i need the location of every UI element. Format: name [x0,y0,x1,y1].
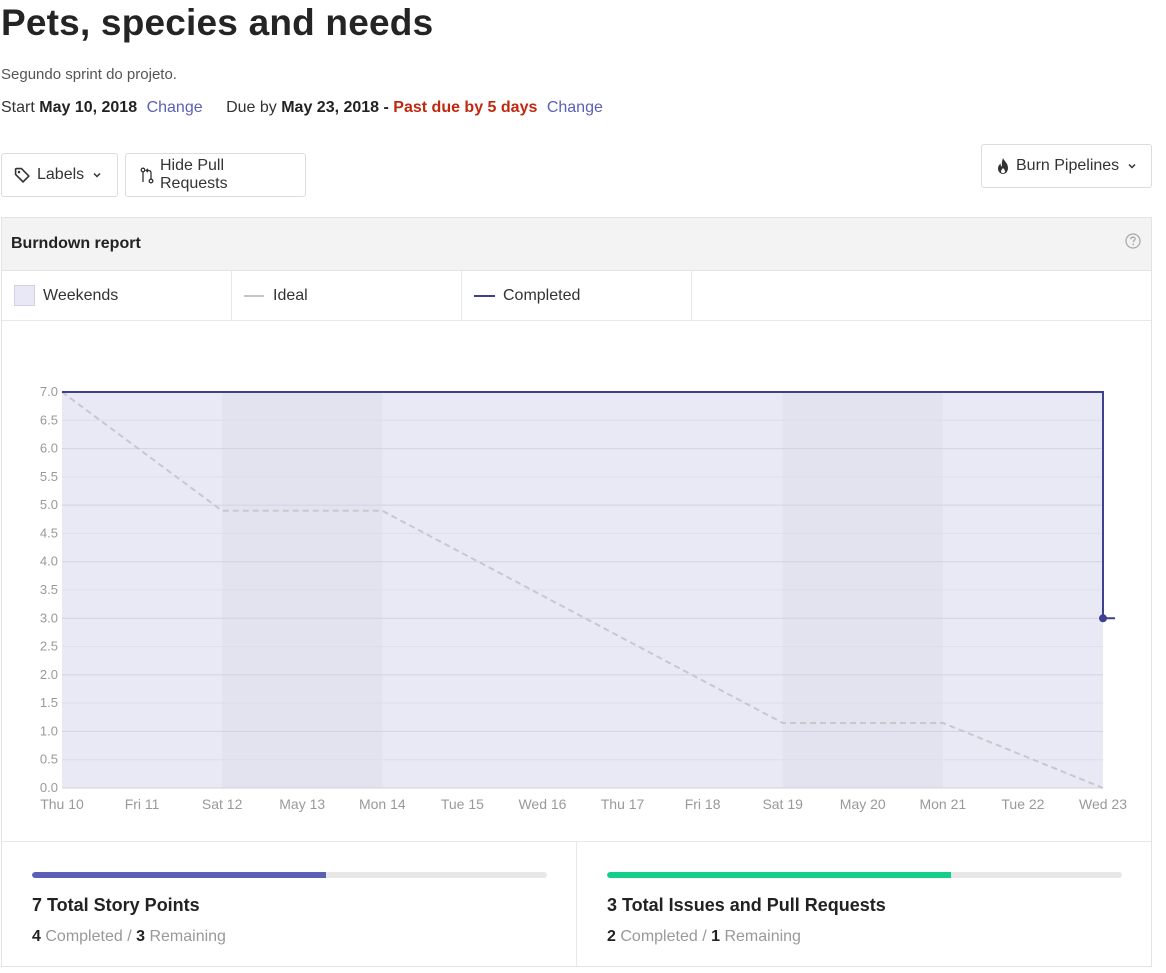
y-tick-label: 4.0 [40,554,58,569]
burndown-report-panel: Burndown report Weekends Ideal Completed… [1,217,1152,967]
issues-completed-count: 2 [607,928,616,945]
legend-weekends-label: Weekends [43,286,119,304]
flame-icon [996,157,1010,175]
y-tick-label: 3.5 [40,582,58,597]
burn-pipelines-button[interactable]: Burn Pipelines [981,144,1152,188]
change-start-link[interactable]: Change [147,99,203,116]
past-due-badge: Past due by 5 days [393,99,538,116]
page-title: Pets, species and needs [1,2,434,43]
remaining-label: Remaining [724,928,801,945]
start-label: Start [1,99,35,116]
burndown-chart: 0.0 0.5 1.0 1.5 2.0 2.5 3.0 3.5 4.0 4.5 5.0 5.5 6.0 6… [2,322,1151,842]
sprint-page: Pets, species and needs Segundo sprint d… [0,0,1166,973]
ideal-swatch [244,294,264,297]
burndown-chart-svg: 0.0 0.5 1.0 1.5 2.0 2.5 3.0 3.5 4.0 4.5 5.0 5.5 6.0 6… [40,384,1127,812]
y-tick-label: 7.0 [40,384,58,399]
y-tick-label: 0.0 [40,780,58,795]
x-tick-label: Fri 11 [125,796,160,812]
issues-breakdown: 2 Completed / 1 Remaining [607,928,801,946]
change-due-link[interactable]: Change [547,99,603,116]
git-pull-request-icon [140,167,154,184]
y-tick-label: 2.0 [40,667,58,682]
x-tick-label: Wed 23 [1079,796,1127,812]
labels-button[interactable]: Labels [1,153,118,197]
x-tick-label: May 13 [279,796,325,812]
report-title: Burndown report [11,235,141,252]
stats-row: 7 Total Story Points 4 Completed / 3 Rem… [2,841,1151,966]
x-tick-label: Tue 15 [441,796,484,812]
completed-current-point [1099,614,1107,623]
x-tick-label: Mon 14 [359,796,406,812]
legend-ideal[interactable]: Ideal [232,271,462,320]
y-tick-label: 0.5 [40,752,58,767]
due-date: May 23, 2018 - [281,99,389,116]
completed-swatch [474,294,495,297]
legend-weekends[interactable]: Weekends [2,271,232,320]
tag-icon [14,167,31,184]
y-tick-label: 3.0 [40,610,58,625]
separator: / [702,928,707,945]
x-tick-label: Fri 18 [685,796,721,812]
issues-progress-fill [607,872,951,878]
due-label: Due by [226,99,277,116]
story-points-breakdown: 4 Completed / 3 Remaining [32,928,226,946]
separator: / [127,928,132,945]
x-tick-label: Sat 12 [202,796,243,812]
x-tick-label: Sat 19 [762,796,803,812]
weekends-swatch [14,285,35,306]
y-tick-label: 4.5 [40,525,58,540]
y-tick-label: 6.0 [40,441,58,456]
start-date: May 10, 2018 [39,99,138,116]
chevron-down-icon [1127,161,1137,171]
completed-label: Completed [45,928,123,945]
story-points-stat: 7 Total Story Points 4 Completed / 3 Rem… [2,842,576,966]
x-tick-label: Tue 22 [1001,796,1044,812]
story-points-progress-track [32,872,547,878]
story-points-remaining-count: 3 [136,928,145,945]
x-tick-label: Mon 21 [919,796,966,812]
chart-legend: Weekends Ideal Completed [2,271,1151,321]
y-tick-label: 5.5 [40,469,58,484]
remaining-label: Remaining [149,928,226,945]
x-tick-label: Thu 10 [40,796,84,812]
issues-remaining-count: 1 [711,928,720,945]
hide-pull-requests-label: Hide Pull Requests [160,157,228,192]
y-tick-label: 5.0 [40,497,58,512]
issues-title: 3 Total Issues and Pull Requests [607,895,886,915]
legend-completed[interactable]: Completed [462,271,692,320]
y-tick-label: 1.5 [40,695,58,710]
story-points-progress-fill [32,872,326,878]
story-points-title: 7 Total Story Points [32,895,200,915]
issues-stat: 3 Total Issues and Pull Requests 2 Compl… [576,842,1151,966]
legend-spacer [692,271,1151,320]
y-tick-label: 1.0 [40,723,58,738]
burn-pipelines-label: Burn Pipelines [1016,157,1120,174]
issues-progress-track [607,872,1122,878]
x-tick-label: May 20 [840,796,886,812]
sprint-description: Segundo sprint do projeto. [1,66,177,83]
legend-ideal-label: Ideal [273,286,308,304]
legend-completed-label: Completed [503,286,581,304]
hide-pull-requests-button[interactable]: Hide Pull Requests [125,153,306,197]
completed-label: Completed [620,928,698,945]
x-tick-label: Wed 16 [518,796,566,812]
chevron-down-icon [92,170,102,180]
y-tick-label: 2.5 [40,639,58,654]
sprint-dates: Start May 10, 2018 Change Due by May 23,… [1,99,603,117]
question-circle-icon[interactable] [1125,233,1141,254]
x-tick-label: Thu 17 [601,796,645,812]
y-tick-label: 6.5 [40,412,58,427]
story-points-completed-count: 4 [32,928,41,945]
report-header: Burndown report [2,218,1151,271]
labels-button-label: Labels [37,166,85,183]
